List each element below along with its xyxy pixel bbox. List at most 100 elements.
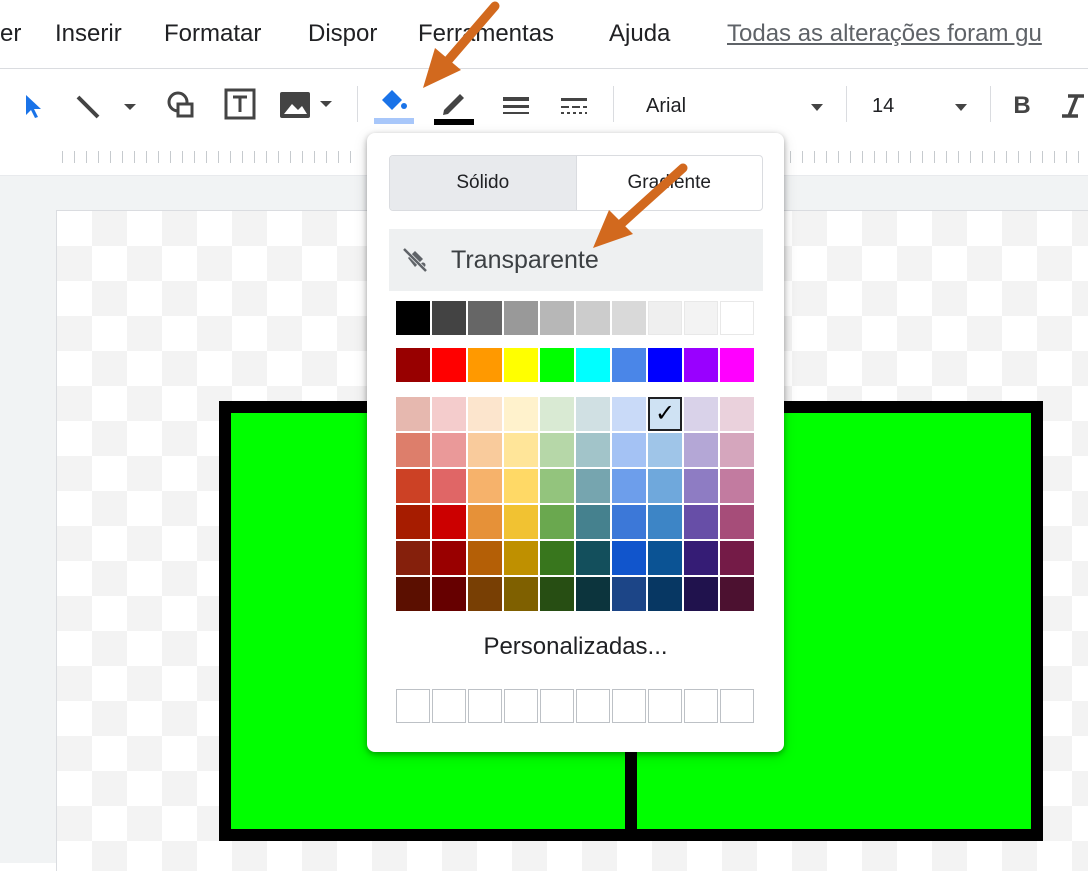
shape-tool-button[interactable] bbox=[160, 86, 200, 122]
color-swatch[interactable] bbox=[540, 577, 574, 611]
custom-color-slot[interactable] bbox=[468, 689, 502, 723]
color-swatch[interactable] bbox=[396, 433, 430, 467]
menu-item-arrange[interactable]: Dispor bbox=[308, 20, 377, 48]
color-swatch-bright[interactable] bbox=[432, 348, 466, 382]
color-swatch[interactable] bbox=[432, 505, 466, 539]
color-swatch[interactable] bbox=[468, 541, 502, 575]
color-swatch[interactable] bbox=[720, 505, 754, 539]
custom-color-slot[interactable] bbox=[396, 689, 430, 723]
color-swatch[interactable] bbox=[684, 397, 718, 431]
color-swatch[interactable] bbox=[612, 577, 646, 611]
color-swatch[interactable] bbox=[612, 505, 646, 539]
line-tool-button[interactable] bbox=[72, 88, 142, 124]
menu-item-format[interactable]: Formatar bbox=[164, 20, 261, 48]
color-swatch-bright[interactable] bbox=[648, 348, 682, 382]
transparent-option[interactable]: Transparente bbox=[389, 229, 763, 291]
color-swatch-gray[interactable] bbox=[504, 301, 538, 335]
fill-color-button[interactable] bbox=[370, 82, 418, 128]
color-swatch[interactable] bbox=[720, 469, 754, 503]
custom-colors-button[interactable]: Personalizadas... bbox=[367, 633, 784, 661]
color-swatch[interactable] bbox=[540, 397, 574, 431]
color-swatch[interactable] bbox=[648, 433, 682, 467]
color-swatch-gray[interactable] bbox=[576, 301, 610, 335]
color-swatch-gray[interactable] bbox=[432, 301, 466, 335]
color-swatch[interactable] bbox=[396, 469, 430, 503]
color-swatch[interactable] bbox=[684, 541, 718, 575]
color-swatch[interactable]: ✓ bbox=[648, 397, 682, 431]
save-status-link[interactable]: Todas as alterações foram gu bbox=[727, 20, 1088, 48]
color-swatch[interactable] bbox=[720, 397, 754, 431]
color-swatch[interactable] bbox=[648, 469, 682, 503]
custom-color-slot[interactable] bbox=[504, 689, 538, 723]
color-swatch-bright[interactable] bbox=[612, 348, 646, 382]
color-swatch[interactable] bbox=[396, 541, 430, 575]
custom-color-slot[interactable] bbox=[612, 689, 646, 723]
color-swatch[interactable] bbox=[468, 397, 502, 431]
color-swatch[interactable] bbox=[684, 469, 718, 503]
color-swatch[interactable] bbox=[684, 433, 718, 467]
color-swatch[interactable] bbox=[504, 469, 538, 503]
color-swatch-gray[interactable] bbox=[720, 301, 754, 335]
custom-color-slot[interactable] bbox=[720, 689, 754, 723]
color-swatch[interactable] bbox=[576, 433, 610, 467]
color-swatch-bright[interactable] bbox=[468, 348, 502, 382]
color-swatch-bright[interactable] bbox=[396, 348, 430, 382]
custom-color-slot[interactable] bbox=[684, 689, 718, 723]
color-swatch[interactable] bbox=[612, 469, 646, 503]
color-swatch[interactable] bbox=[612, 541, 646, 575]
color-swatch[interactable] bbox=[540, 469, 574, 503]
color-swatch[interactable] bbox=[504, 577, 538, 611]
color-swatch-bright[interactable] bbox=[720, 348, 754, 382]
color-swatch[interactable] bbox=[540, 433, 574, 467]
color-swatch-bright[interactable] bbox=[576, 348, 610, 382]
color-swatch[interactable] bbox=[720, 433, 754, 467]
color-swatch[interactable] bbox=[432, 577, 466, 611]
color-swatch[interactable] bbox=[576, 469, 610, 503]
color-swatch[interactable] bbox=[576, 505, 610, 539]
font-family-select[interactable]: Arial bbox=[632, 88, 832, 124]
custom-color-slot[interactable] bbox=[540, 689, 574, 723]
color-swatch[interactable] bbox=[540, 541, 574, 575]
color-swatch[interactable] bbox=[396, 397, 430, 431]
color-swatch[interactable] bbox=[576, 541, 610, 575]
bold-button[interactable]: B bbox=[1004, 88, 1040, 124]
color-swatch-gray[interactable] bbox=[612, 301, 646, 335]
select-tool-button[interactable] bbox=[14, 88, 54, 124]
color-swatch-bright[interactable] bbox=[504, 348, 538, 382]
color-swatch[interactable] bbox=[648, 541, 682, 575]
text-box-button[interactable] bbox=[218, 86, 262, 122]
color-swatch-gray[interactable] bbox=[684, 301, 718, 335]
custom-color-slot[interactable] bbox=[648, 689, 682, 723]
color-swatch[interactable] bbox=[432, 541, 466, 575]
color-swatch[interactable] bbox=[648, 577, 682, 611]
color-swatch[interactable] bbox=[504, 397, 538, 431]
color-swatch[interactable] bbox=[432, 469, 466, 503]
color-swatch-gray[interactable] bbox=[396, 301, 430, 335]
color-swatch[interactable] bbox=[540, 505, 574, 539]
color-swatch[interactable] bbox=[612, 433, 646, 467]
color-swatch[interactable] bbox=[684, 505, 718, 539]
color-swatch-bright[interactable] bbox=[540, 348, 574, 382]
color-swatch-gray[interactable] bbox=[468, 301, 502, 335]
color-swatch[interactable] bbox=[396, 505, 430, 539]
color-swatch[interactable] bbox=[432, 397, 466, 431]
color-swatch[interactable] bbox=[720, 541, 754, 575]
color-swatch[interactable] bbox=[576, 577, 610, 611]
color-swatch-gray[interactable] bbox=[648, 301, 682, 335]
menu-item-view[interactable]: er bbox=[0, 20, 21, 48]
color-swatch[interactable] bbox=[396, 577, 430, 611]
color-swatch[interactable] bbox=[720, 577, 754, 611]
color-swatch[interactable] bbox=[684, 577, 718, 611]
color-swatch-bright[interactable] bbox=[684, 348, 718, 382]
color-swatch[interactable] bbox=[468, 433, 502, 467]
color-swatch-gray[interactable] bbox=[540, 301, 574, 335]
menu-item-help[interactable]: Ajuda bbox=[609, 20, 670, 48]
border-dash-button[interactable] bbox=[552, 88, 596, 124]
color-swatch[interactable] bbox=[648, 505, 682, 539]
color-swatch[interactable] bbox=[576, 397, 610, 431]
custom-color-slot[interactable] bbox=[432, 689, 466, 723]
color-swatch[interactable] bbox=[504, 541, 538, 575]
color-swatch[interactable] bbox=[504, 433, 538, 467]
color-swatch[interactable] bbox=[432, 433, 466, 467]
tab-solid[interactable]: Sólido bbox=[390, 156, 577, 210]
